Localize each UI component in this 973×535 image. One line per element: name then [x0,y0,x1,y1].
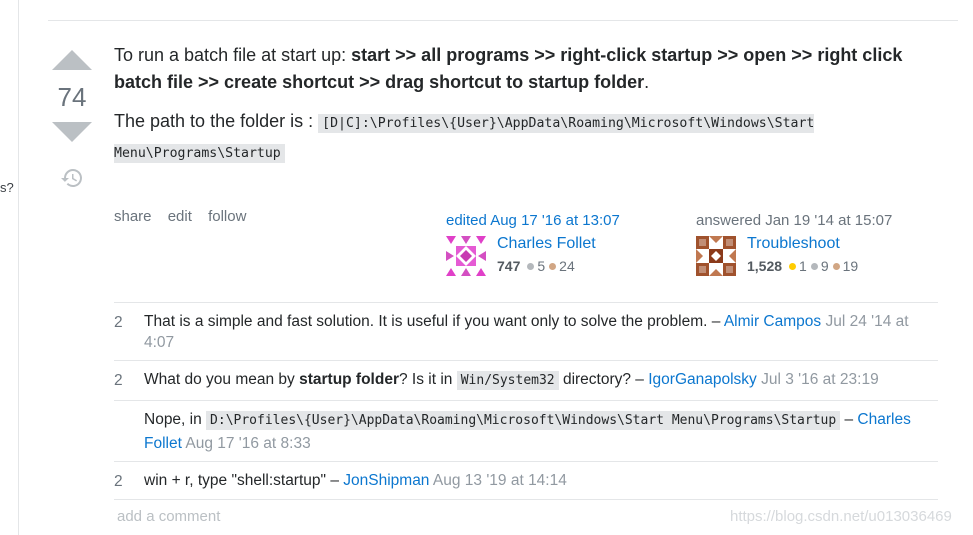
comment-text: win + r, type "shell:startup" – [144,472,344,489]
comment: 2 What do you mean by startup folder? Is… [114,361,938,401]
comment-score [114,409,144,454]
editor-signature: edited Aug 17 '16 at 13:07 Charles Folle… [446,212,620,277]
comment-score: 2 [114,473,123,490]
comment-body: Nope, in D:\Profiles\{User}\AppData\Roam… [144,409,938,454]
share-link[interactable]: share [114,208,152,225]
path-label: The path to the folder is : [114,111,319,131]
comment-date[interactable]: Aug 17 '16 at 8:33 [185,435,310,452]
comment-user-link[interactable]: Almir Campos [724,313,821,330]
add-comment-link[interactable]: add a comment [117,508,220,525]
edited-timestamp[interactable]: edited Aug 17 '16 at 13:07 [446,212,620,229]
upvote-button[interactable] [52,50,92,70]
bronze-count: 24 [559,258,575,274]
comment: Nope, in D:\Profiles\{User}\AppData\Roam… [114,401,938,462]
answer-paragraph-1: To run a batch file at start up: start >… [114,42,944,96]
answer-text: To run a batch file at start up: [114,45,352,65]
comment-date[interactable]: Aug 13 '19 at 14:14 [433,472,567,489]
reputation: 747 [497,258,521,274]
editor-avatar[interactable] [446,236,486,276]
vote-cell: 74 [48,50,96,190]
bronze-badge-icon [549,263,557,271]
answer-text-end: . [644,72,650,92]
comment-text: – [840,411,858,428]
comment-body: What do you mean by startup folder? Is i… [144,369,938,393]
comment-body: That is a simple and fast solution. It i… [144,311,938,353]
silver-badge-icon [810,263,818,271]
comment-date[interactable]: Jul 3 '16 at 23:19 [761,371,879,388]
author-signature: answered Jan 19 '14 at 15:07 Troubleshoo… [696,212,892,277]
comment-body: win + r, type "shell:startup" – JonShipm… [144,470,938,492]
editor-stats: 747 5 24 [497,255,596,277]
answer-paragraph-2: The path to the folder is : [D|C]:\Profi… [114,108,944,168]
comment-code: Win/System32 [456,371,559,390]
comment-score: 2 [114,314,123,331]
comment-score: 2 [114,372,123,389]
sidebar-text-fragment: s? [0,180,14,195]
comments-list: 2 That is a simple and fast solution. It… [114,302,938,500]
comment-text: That is a simple and fast solution. It i… [144,313,724,330]
comment-text: directory? – [558,371,649,388]
comment-text: Nope, in [144,411,207,428]
silver-count: 5 [537,258,546,274]
bronze-count: 19 [842,258,859,274]
gold-count: 1 [799,258,807,274]
edit-link[interactable]: edit [168,208,192,225]
top-divider [48,20,958,21]
comment-text: What do you mean by [144,371,300,388]
comment-bold-text: startup folder [299,371,399,388]
history-icon[interactable] [60,166,84,190]
answered-timestamp[interactable]: answered Jan 19 '14 at 15:07 [696,212,892,229]
post-menu: share edit follow [114,208,258,225]
comment-code: D:\Profiles\{User}\AppData\Roaming\Micro… [206,411,841,430]
silver-badge-icon [527,263,535,271]
left-border [18,0,19,535]
comment-text: ? Is it in [399,371,457,388]
answer-body: To run a batch file at start up: start >… [114,42,944,180]
comment-user-link[interactable]: IgorGanapolsky [648,371,757,388]
editor-name[interactable]: Charles Follet [497,233,596,255]
bronze-badge-icon [832,263,840,271]
follow-link[interactable]: follow [208,208,246,225]
reputation: 1,528 [747,258,783,274]
comment-user-link[interactable]: JonShipman [343,472,429,489]
comment: 2 That is a simple and fast solution. It… [114,303,938,361]
vote-count: 74 [57,82,87,112]
silver-count: 9 [820,258,829,274]
comment: 2 win + r, type "shell:startup" – JonShi… [114,462,938,500]
gold-badge-icon [789,263,797,271]
author-stats: 1,528 1 9 19 [747,255,858,277]
author-name[interactable]: Troubleshoot [747,233,858,255]
downvote-button[interactable] [52,122,92,142]
author-avatar[interactable] [696,236,736,276]
watermark: https://blog.csdn.net/u013036469 [730,508,952,525]
